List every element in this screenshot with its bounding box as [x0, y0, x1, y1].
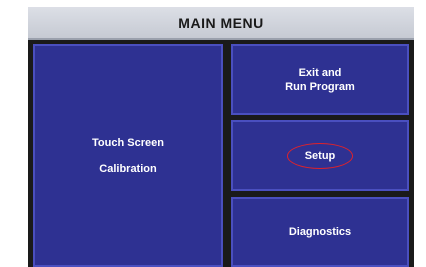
red-highlight-circle [286, 142, 354, 169]
exit-and-run-program-button[interactable]: Exit and Run Program [231, 44, 409, 115]
title-bar: MAIN MENU [28, 7, 414, 40]
exit-label-line2: Run Program [285, 80, 355, 93]
touch-screen-calibration-button[interactable]: Touch Screen Calibration [33, 44, 223, 267]
setup-button[interactable]: Setup [231, 120, 409, 191]
main-menu-screen: MAIN MENU Touch Screen Calibration Exit … [28, 7, 414, 267]
diagnostics-label: Diagnostics [288, 226, 352, 238]
calibration-label-line1: Touch Screen [92, 136, 164, 149]
exit-label-line1: Exit and [298, 66, 342, 79]
page-title: MAIN MENU [178, 14, 264, 31]
diagnostics-button[interactable]: Diagnostics [231, 197, 409, 267]
setup-highlight: Setup [286, 142, 354, 169]
calibration-label-line2: Calibration [99, 162, 157, 175]
